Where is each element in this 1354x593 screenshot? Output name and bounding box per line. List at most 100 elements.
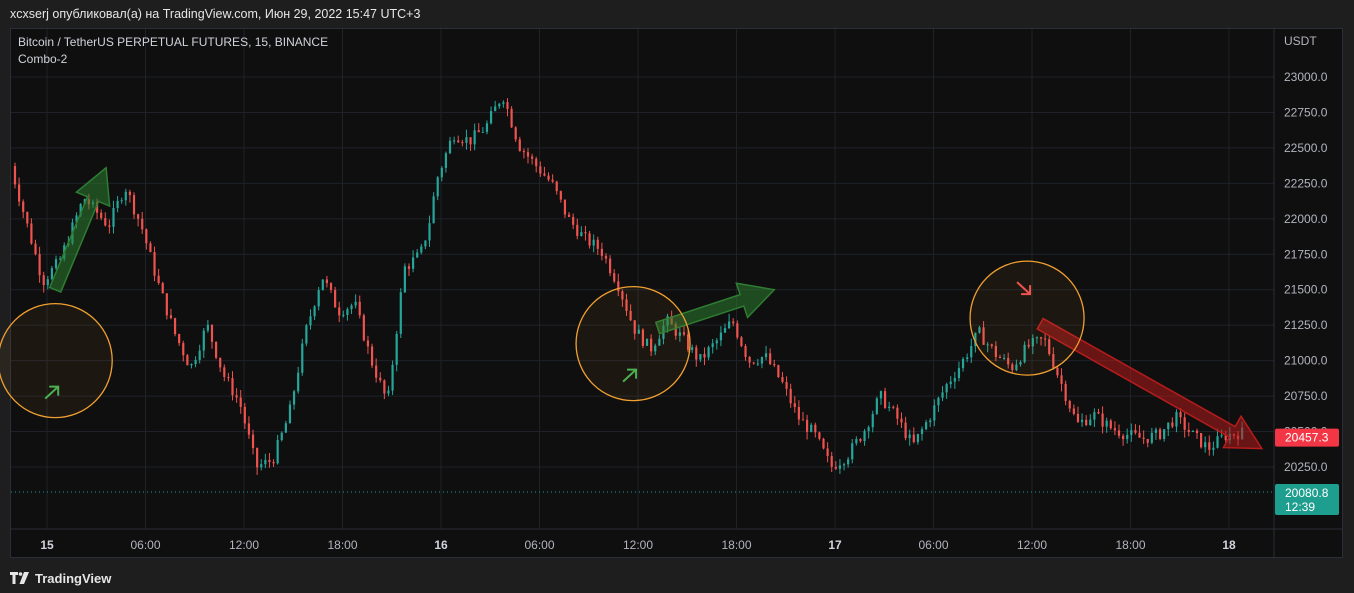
candle-body <box>572 216 575 225</box>
candle-body <box>407 266 411 269</box>
candle-body <box>691 347 694 350</box>
candle-body <box>1072 408 1075 414</box>
candle-body <box>1109 420 1112 429</box>
candle-body <box>420 246 423 253</box>
candle-body <box>1122 435 1125 440</box>
candle-body <box>13 166 17 185</box>
candle-body <box>1093 412 1096 420</box>
candle-body <box>395 333 398 365</box>
price-tick-label: 20250.0 <box>1284 460 1328 474</box>
time-axis[interactable]: 15 06:00 12:00 18:00 16 06:00 12:00 18:00 17 06:0… <box>40 538 1236 552</box>
candle-body <box>26 212 29 224</box>
candle-body <box>182 343 185 356</box>
candle-body <box>391 364 394 391</box>
candle-body <box>510 108 513 128</box>
countdown-label: 12:39 <box>1285 500 1315 514</box>
candle-body <box>748 356 751 363</box>
candle-body <box>141 218 144 230</box>
candle-body <box>1117 430 1121 436</box>
candle-body <box>198 350 201 360</box>
price-tick-label: 22000.0 <box>1284 212 1328 226</box>
candle-body <box>305 325 308 344</box>
time-tick-label: 06:00 <box>130 538 160 552</box>
candle-body <box>518 139 521 152</box>
candle-body <box>953 378 956 382</box>
candle-body <box>46 279 49 286</box>
candle-body <box>773 364 776 366</box>
candle-body <box>1060 375 1063 384</box>
candle-body <box>473 130 476 145</box>
candle-body <box>1113 428 1117 431</box>
candle-body <box>112 208 115 227</box>
candle-body <box>383 380 386 394</box>
candle-body <box>920 429 924 434</box>
time-tick-label: 15 <box>40 538 54 552</box>
candle-body <box>190 364 193 366</box>
candle-body <box>879 391 883 399</box>
candle-body <box>707 347 710 358</box>
candle-body <box>514 127 517 140</box>
footer: TradingView <box>0 563 1354 593</box>
candle-body <box>760 357 764 364</box>
candle-body <box>785 381 788 389</box>
candle-body <box>871 413 874 428</box>
candle-body <box>715 340 718 344</box>
candlestick-chart[interactable]: 23000.0 22750.0 22500.0 22250.0 22000.0 21750… <box>0 0 1354 563</box>
candle-body <box>900 418 903 423</box>
candle-body <box>227 377 230 379</box>
candle-body <box>793 403 796 408</box>
candle-body <box>100 212 103 219</box>
candle-body <box>1076 413 1080 423</box>
candle-body <box>539 166 542 174</box>
candle-body <box>1171 422 1174 427</box>
price-badges: 20457.3 20080.812:39 <box>11 428 1339 515</box>
indicator-name[interactable]: Combo-2 <box>18 52 68 66</box>
candle-body <box>243 406 246 424</box>
candle-body <box>957 368 961 379</box>
candle-body <box>756 363 759 365</box>
candle-body <box>580 232 583 236</box>
candle-body <box>116 200 119 209</box>
highlight-circle <box>0 303 113 419</box>
candle-body <box>937 397 940 406</box>
candle-body <box>1195 430 1199 434</box>
tradingview-logo-icon <box>10 572 29 584</box>
candle-body <box>867 427 870 432</box>
candle-body <box>481 131 484 133</box>
candle-body <box>777 365 780 378</box>
price-tick-label: 21250.0 <box>1284 318 1328 332</box>
symbol-title[interactable]: Bitcoin / TetherUS PERPETUAL FUTURES, 15… <box>18 35 328 49</box>
candle-body <box>284 423 287 433</box>
candle-body <box>526 152 530 157</box>
candle-body <box>699 353 702 360</box>
candle-body <box>1085 419 1088 426</box>
candle-body <box>1179 412 1182 418</box>
candle-body <box>206 324 209 331</box>
candle-body <box>925 422 928 430</box>
candle-body <box>1191 430 1194 432</box>
candle-body <box>1089 419 1092 426</box>
tradingview-brand[interactable]: TradingView <box>10 571 111 586</box>
candle-body <box>223 367 226 378</box>
candle-body <box>559 191 562 200</box>
candle-body <box>403 266 406 293</box>
candle-body <box>1216 436 1219 448</box>
candle-body <box>358 301 361 316</box>
candle-body <box>428 223 431 241</box>
candle-body <box>1134 430 1137 433</box>
price-axis[interactable]: 23000.0 22750.0 22500.0 22250.0 22000.0 21750… <box>1284 70 1328 474</box>
drawings <box>0 166 1264 450</box>
candle-body <box>297 372 300 392</box>
candle-body <box>1138 432 1141 438</box>
candle-body <box>695 347 698 360</box>
candle-body <box>1146 438 1149 443</box>
candle-body <box>268 459 271 463</box>
candle-body <box>132 195 136 215</box>
candle-body <box>719 332 723 341</box>
candle-body <box>888 406 891 408</box>
candle-body <box>379 377 382 381</box>
candle-body <box>916 433 920 443</box>
candle-body <box>50 268 54 280</box>
candle-body <box>469 137 472 145</box>
candle-body <box>863 431 866 442</box>
